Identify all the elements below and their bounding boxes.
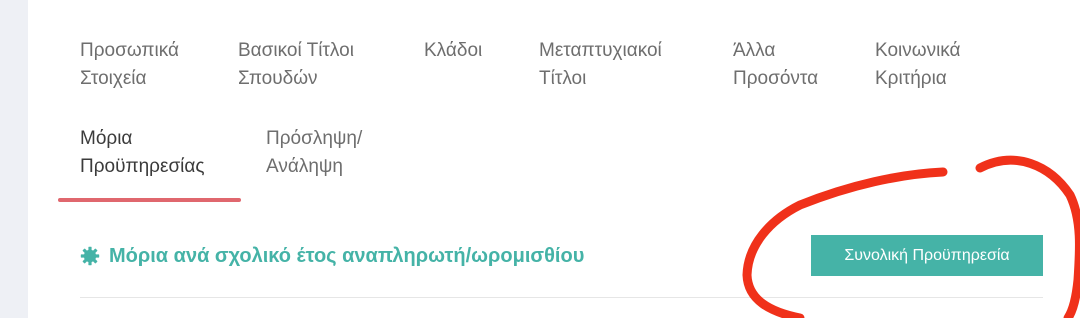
section-title: Μόρια ανά σχολικό έτος αναπληρωτή/ωρομισ… (109, 244, 585, 267)
gear-icon (80, 246, 100, 266)
tab-other-qualifications[interactable]: Άλλα Προσόντα (733, 37, 818, 93)
active-tab-indicator (58, 198, 241, 202)
section-heading: Μόρια ανά σχολικό έτος αναπληρωτή/ωρομισ… (80, 240, 584, 272)
tab-service-points[interactable]: Μόρια Προϋπηρεσίας (80, 125, 205, 181)
total-service-button[interactable]: Συνολική Προϋπηρεσία (811, 235, 1043, 276)
tab-hiring-assumption[interactable]: Πρόσληψη/ Ανάληψη (266, 125, 362, 181)
tab-postgraduate-degrees[interactable]: Μεταπτυχιακοί Τίτλοι (539, 37, 662, 93)
section-divider (80, 297, 1043, 298)
tab-basic-degrees[interactable]: Βασικοί Τίτλοι Σπουδών (238, 37, 354, 93)
tab-personal-details[interactable]: Προσωπικά Στοιχεία (80, 37, 179, 93)
tab-social-criteria[interactable]: Κοινωνικά Κριτήρια (875, 37, 961, 93)
tab-specialties[interactable]: Κλάδοι (424, 37, 482, 65)
page-gutter (0, 0, 28, 318)
